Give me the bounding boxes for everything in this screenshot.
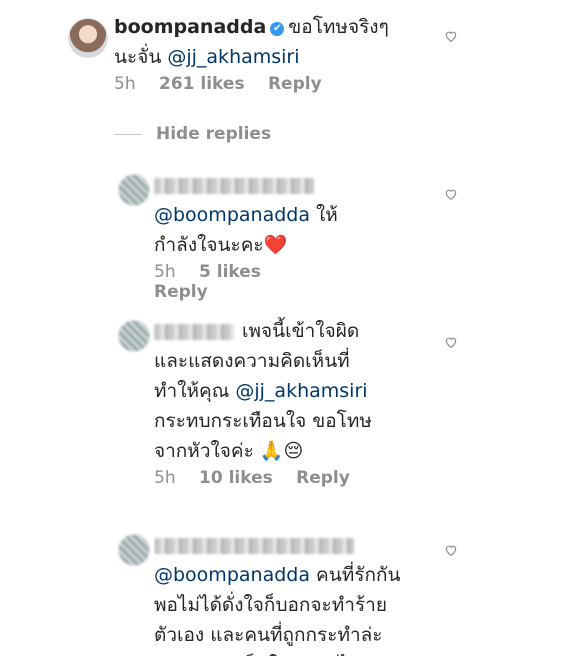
avatar[interactable] [118,320,150,352]
blurred-username [154,177,314,194]
comment-meta: 5h 5 likes Reply [154,262,354,302]
verified-icon: ✔ [270,22,285,36]
divider-line [114,133,142,135]
hide-replies-label: Hide replies [156,124,272,144]
reply-button[interactable]: Reply [154,282,208,302]
heart-outline-icon[interactable] [444,542,457,556]
avatar[interactable] [68,18,108,58]
heart-outline-icon[interactable] [444,28,457,42]
comments-panel: boompanadda ✔ ขอโทษจริงๆ นะจั่น @jj_akhams… [58,0,478,660]
comment-text: @boompanadda คนที่รักกันพอไม่ได้ดั่งใจก็… [154,530,404,656]
pray-emoji: 🙏😔 [259,440,304,462]
comment-text: @boompanadda ให้กำลังใจนะคะ❤️ [154,170,354,260]
heart-outline-icon[interactable] [444,334,457,348]
heart-emoji: ❤️ [263,234,288,256]
heart-outline-icon[interactable] [444,186,457,200]
hide-replies-button[interactable]: Hide replies [114,124,271,144]
mention-link[interactable]: @boompanadda [154,564,310,586]
avatar[interactable] [118,534,150,566]
comment-text: boompanadda ✔ ขอโทษจริงๆ นะจั่น @jj_akhams… [114,12,414,72]
avatar[interactable] [118,174,150,206]
timestamp: 5h [114,74,136,94]
mention-link[interactable]: @jj_akhamsiri [167,46,299,68]
blurred-username [154,323,234,340]
likes-count[interactable]: 5 likes [199,262,261,282]
timestamp: 5h [154,262,176,282]
comment-meta: 5h 10 likes Reply [154,468,384,488]
username[interactable]: boompanadda [114,16,266,38]
reply-button[interactable]: Reply [296,468,350,488]
blurred-username [154,537,354,554]
reply-button[interactable]: Reply [268,74,322,94]
comment-text: เพจนี้เข้าใจผิดและแสดงความคิดเห็นที่ทำให… [154,316,384,466]
comment-meta: 5h 261 likes Reply [114,74,414,94]
mention-link[interactable]: @jj_akhamsiri [235,380,367,402]
likes-count[interactable]: 10 likes [199,468,273,488]
timestamp: 5h [154,468,176,488]
mention-link[interactable]: @boompanadda [154,204,310,226]
likes-count[interactable]: 261 likes [159,74,245,94]
